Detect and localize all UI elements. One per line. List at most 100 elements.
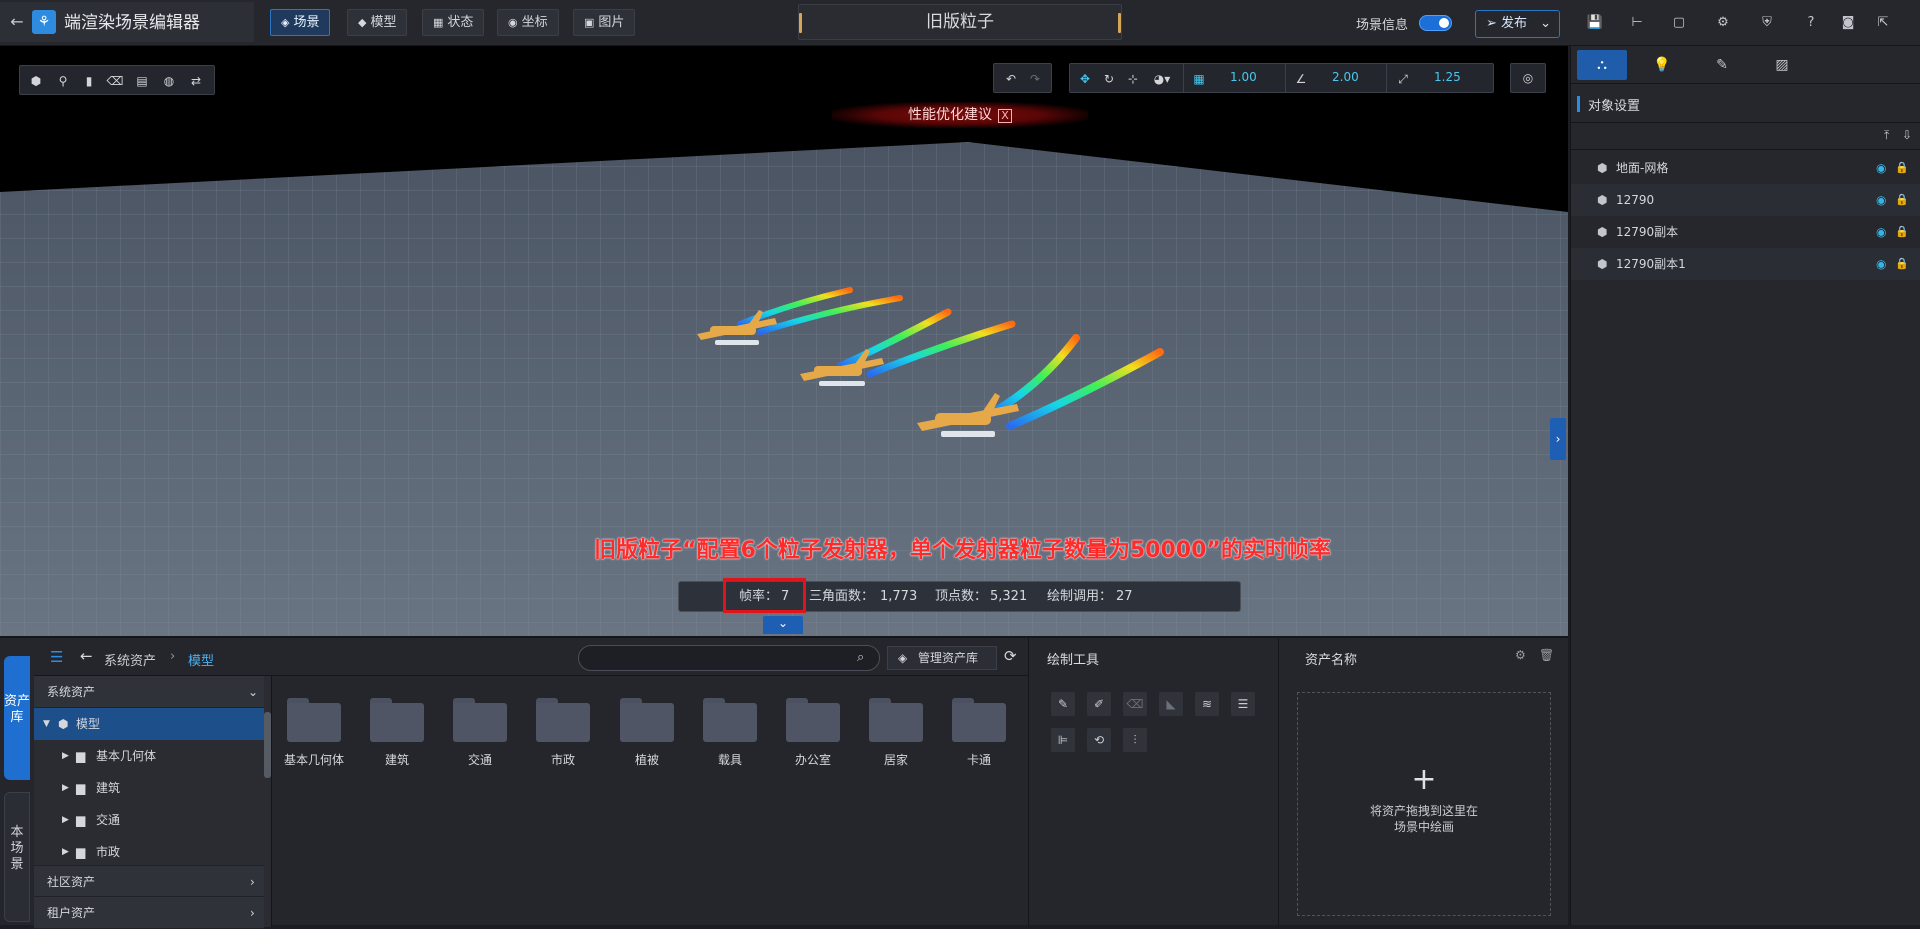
nav-coord-button[interactable]: ◉ 坐标 [497, 9, 559, 36]
object-row[interactable]: ⬢ 12790 ◉ 🔒 [1571, 184, 1920, 216]
screen-icon[interactable]: ▢ [1668, 12, 1690, 34]
tab-objects[interactable]: ⛬ [1577, 50, 1627, 80]
undo-icon[interactable]: ↶ [1002, 70, 1020, 88]
brush-add-icon[interactable]: ✐ [1087, 692, 1111, 716]
fill-icon[interactable]: ◣ [1159, 692, 1183, 716]
camera-mode-icon[interactable]: ◕▾ [1148, 70, 1176, 88]
eye-icon[interactable]: ◉ [1876, 184, 1886, 216]
folder-item[interactable]: 载具 [700, 698, 760, 778]
avatar[interactable]: ◙ [1834, 12, 1862, 34]
path-icon[interactable]: ⟲ [1087, 728, 1111, 752]
folder-item[interactable]: 植被 [617, 698, 677, 778]
axis-icon[interactable]: ⊹ [1124, 70, 1142, 88]
gear-icon[interactable]: ⚙ [1515, 648, 1526, 662]
brush-icon[interactable]: ✎ [1051, 692, 1075, 716]
cube-icon[interactable]: ⬢ [27, 72, 45, 90]
eye-icon[interactable]: ◉ [1876, 216, 1886, 248]
tree-item[interactable]: ▶ ▆ 基本几何体 [34, 740, 264, 772]
rotate-icon[interactable]: ↻ [1100, 70, 1118, 88]
redo-icon[interactable]: ↷ [1026, 70, 1044, 88]
document-icon[interactable]: ▤ [133, 72, 151, 90]
nav-model-button[interactable]: ◆ 模型 [347, 9, 408, 36]
location-pin-icon[interactable]: ⚲ [54, 72, 72, 90]
rotate-snap-value[interactable]: 2.00 [1332, 70, 1359, 84]
performance-suggestion-banner[interactable]: 性能优化建议 X [832, 102, 1088, 128]
tree-item[interactable]: ▶ ▆ 市政 [34, 836, 264, 868]
move-snap-value[interactable]: 1.00 [1230, 70, 1257, 84]
tab-effects[interactable]: ✎ [1697, 50, 1747, 80]
translate-icon[interactable]: ⇄ [187, 72, 205, 90]
help-icon[interactable]: ? [1800, 12, 1822, 34]
trash-icon[interactable]: 🗑 [1539, 648, 1554, 662]
expand-right-panel-button[interactable]: › [1550, 418, 1566, 460]
publish-button[interactable]: ➢ 发布 ⌄ [1475, 10, 1560, 38]
folder-item[interactable]: 建筑 [367, 698, 427, 778]
sort-icon[interactable]: ⇩ [1902, 128, 1912, 142]
shield-icon[interactable]: ⛨ [1756, 12, 1778, 34]
list-icon[interactable]: ☰ [1231, 692, 1255, 716]
camera-reset-button[interactable]: ◎ [1510, 63, 1546, 93]
tree-group-tenant[interactable]: 租户资产 › [34, 897, 264, 929]
lock-icon[interactable]: 🔒 [1895, 184, 1909, 216]
eye-icon[interactable]: ◉ [1876, 152, 1886, 184]
menu-icon[interactable]: ☰ [50, 648, 63, 666]
object-row[interactable]: ⬢ 12790副本1 ◉ 🔒 [1571, 248, 1920, 280]
chevron-right-icon: › [250, 906, 255, 920]
scale-snap-value[interactable]: 1.25 [1434, 70, 1461, 84]
settings-icon[interactable]: ⚙ [1712, 12, 1734, 34]
pin-toolbar-icon[interactable]: ⇱ [1872, 12, 1894, 34]
asset-drop-zone[interactable]: + 将资产拖拽到这里在 场景中绘画 [1297, 692, 1551, 916]
save-icon[interactable]: 💾 [1584, 12, 1606, 34]
breadcrumb-system-assets[interactable]: 系统资产 [104, 650, 156, 669]
folder-item[interactable]: 基本几何体 [284, 698, 344, 778]
search-input[interactable]: ⌕ [578, 645, 880, 671]
nav-state-button[interactable]: ▦ 状态 [422, 9, 485, 36]
eraser-icon[interactable]: ⌫ [106, 72, 124, 90]
close-icon[interactable]: X [998, 109, 1012, 123]
3d-viewport[interactable]: ⬢ ⚲ ▮ ⌫ ▤ ◍ ⇄ ↶ ↷ ✥ ↻ ⊹ ◕▾ ▦ 1.00 ∠ 2.00… [0, 46, 1568, 636]
eye-icon[interactable]: ◉ [1876, 248, 1886, 280]
globe-icon[interactable]: ◍ [160, 72, 178, 90]
folder-item[interactable]: 办公室 [783, 698, 843, 778]
tab-asset-library[interactable]: 资产库 [4, 656, 30, 780]
tree-group-community[interactable]: 社区资产 › [34, 865, 264, 897]
eraser-icon[interactable]: ⌫ [1123, 692, 1147, 716]
scene-info-toggle[interactable] [1419, 15, 1452, 31]
wave-icon[interactable]: ≋ [1195, 692, 1219, 716]
object-row[interactable]: ⬢ 12790副本 ◉ 🔒 [1571, 216, 1920, 248]
sliders-icon[interactable]: ⫶ [1123, 728, 1147, 752]
nav-image-button[interactable]: ▣ 图片 [573, 9, 636, 36]
tree-item[interactable]: ▶ ▆ 建筑 [34, 772, 264, 804]
folder-item[interactable]: 卡通 [949, 698, 1009, 778]
move-icon[interactable]: ✥ [1076, 70, 1094, 88]
breadcrumb-model[interactable]: 模型 [188, 650, 214, 669]
tree-item[interactable]: ▶ ▆ 交通 [34, 804, 264, 836]
align-icon[interactable]: ⊫ [1051, 728, 1075, 752]
folder-item[interactable]: 市政 [533, 698, 593, 778]
upload-icon[interactable]: ⤒ [1884, 128, 1889, 143]
folder-item[interactable]: 居家 [866, 698, 926, 778]
refresh-icon[interactable]: ⟳ [1004, 647, 1017, 665]
folder-item[interactable]: 交通 [450, 698, 510, 778]
object-row[interactable]: ⬢ 地面-网格 ◉ 🔒 [1571, 152, 1920, 184]
tree-group-system[interactable]: 系统资产 ⌄ [34, 676, 264, 708]
tab-image[interactable]: ▨ [1757, 50, 1807, 80]
lock-icon[interactable]: 🔒 [1895, 216, 1909, 248]
tab-lighting[interactable]: 💡 [1637, 50, 1687, 80]
grid-snap-icon[interactable]: ▦ [1190, 70, 1208, 88]
tree-scrollbar[interactable] [264, 712, 271, 778]
import-icon[interactable]: ⊢ [1626, 12, 1648, 34]
scale-snap-icon[interactable]: ⤢ [1394, 70, 1412, 88]
tab-this-scene[interactable]: 本场景 [4, 792, 30, 922]
arrow-left-icon[interactable]: ← [80, 647, 93, 665]
arrow-left-icon[interactable]: ← [8, 12, 26, 32]
lock-icon[interactable]: 🔒 [1895, 248, 1909, 280]
tree-item-model[interactable]: ▼ ⬢ 模型 [34, 708, 264, 740]
manage-library-button[interactable]: ◈ 管理资产库 [887, 646, 997, 670]
collapse-panel-button[interactable]: ⌄ [763, 616, 803, 634]
book-icon[interactable]: ▮ [80, 72, 98, 90]
nav-scene-button[interactable]: ◈ 场景 [270, 9, 331, 36]
search-icon[interactable]: ⌕ [857, 650, 864, 665]
lock-icon[interactable]: 🔒 [1895, 152, 1909, 184]
angle-snap-icon[interactable]: ∠ [1292, 70, 1310, 88]
